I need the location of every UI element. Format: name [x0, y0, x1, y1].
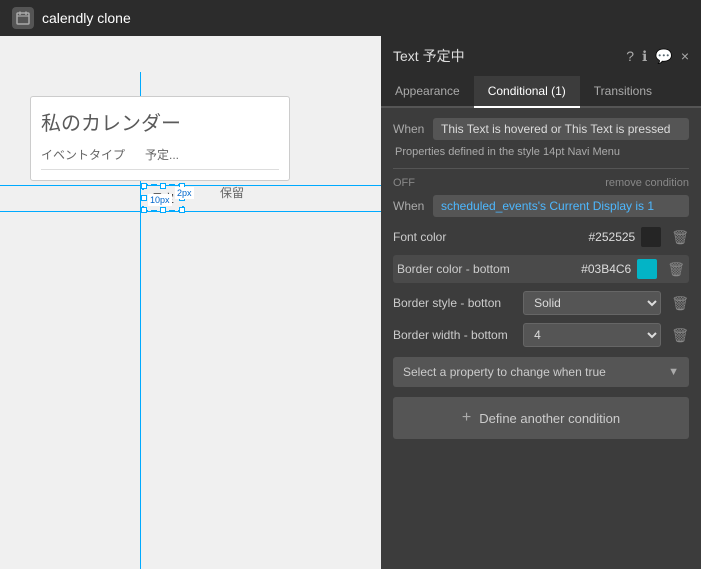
app-icon: [12, 7, 34, 29]
properties-note: Properties defined in the style 14pt Nav…: [393, 146, 689, 158]
calendar-tab-events[interactable]: イベントタイプ: [41, 146, 125, 163]
font-color-value: #252525: [565, 230, 635, 244]
border-width-select[interactable]: 4 1 2 3 5: [523, 323, 661, 347]
condition-row: When scheduled_events's Current Display …: [393, 195, 689, 217]
calendar-tab-scheduled[interactable]: 予定...: [145, 146, 179, 163]
remove-condition-link[interactable]: remove condition: [605, 177, 689, 189]
border-width-label: Border width - bottom: [393, 328, 517, 342]
font-color-delete-icon[interactable]: 🗑: [671, 229, 689, 246]
panel-header: Text 予定中 ? ℹ 💬 ×: [381, 36, 701, 76]
plus-icon: +: [462, 409, 471, 427]
properties-panel: Text 予定中 ? ℹ 💬 × Appearance Conditional …: [381, 36, 701, 569]
border-color-value: #03B4C6: [561, 262, 631, 276]
when-row: When This Text is hovered or This Text i…: [393, 118, 689, 140]
condition-when-label: When: [393, 199, 433, 213]
handle-tm[interactable]: [160, 183, 166, 189]
select-property-text: Select a property to change when true: [403, 365, 668, 379]
font-color-label: Font color: [393, 230, 559, 244]
panel-tabs: Appearance Conditional (1) Transitions: [381, 76, 701, 108]
border-color-row: Border color - bottom #03B4C6 🗑: [393, 255, 689, 283]
dim-height-label: 10px: [148, 194, 172, 206]
border-style-label: Border style - botton: [393, 296, 517, 310]
border-width-delete-icon[interactable]: 🗑: [671, 327, 689, 344]
close-icon[interactable]: ×: [681, 48, 689, 64]
app-name: calendly clone: [42, 10, 131, 26]
tab-appearance[interactable]: Appearance: [381, 76, 474, 108]
define-condition-button[interactable]: + Define another condition: [393, 397, 689, 439]
divider-1: [393, 168, 689, 169]
calendar-tabs: イベントタイプ 予定...: [41, 146, 279, 170]
border-color-delete-icon[interactable]: 🗑: [667, 261, 685, 278]
border-color-swatch[interactable]: [637, 259, 657, 279]
calendar-title: 私のカレンダー: [41, 107, 279, 136]
font-color-row: Font color #252525 🗑: [393, 227, 689, 247]
tab-conditional[interactable]: Conditional (1): [474, 76, 580, 108]
off-row: OFF remove condition: [393, 177, 689, 189]
define-condition-label: Define another condition: [479, 411, 620, 426]
panel-header-icons: ? ℹ 💬 ×: [626, 48, 689, 65]
panel-title: Text 予定中: [393, 46, 465, 66]
comment-icon[interactable]: 💬: [655, 48, 672, 65]
topbar: calendly clone: [0, 0, 701, 36]
border-width-row: Border width - bottom 4 1 2 3 5 🗑: [393, 323, 689, 347]
dropdown-arrow-icon: ▼: [668, 366, 679, 378]
info-icon[interactable]: ℹ: [642, 48, 647, 65]
dim-width-label: 2px: [175, 187, 194, 199]
tab-transitions[interactable]: Transitions: [580, 76, 666, 108]
calendar-background: 私のカレンダー イベントタイプ 予定...: [30, 96, 290, 181]
border-style-delete-icon[interactable]: 🗑: [671, 295, 689, 312]
border-color-label: Border color - bottom: [397, 262, 555, 276]
handle-bl[interactable]: [141, 207, 147, 213]
condition-value[interactable]: scheduled_events's Current Display is 1: [433, 195, 689, 217]
select-property-dropdown[interactable]: Select a property to change when true ▼: [393, 357, 689, 387]
help-icon[interactable]: ?: [626, 48, 634, 64]
reserved-label: 保留: [220, 184, 244, 201]
handle-bm[interactable]: [160, 207, 166, 213]
when-value[interactable]: This Text is hovered or This Text is pre…: [433, 118, 689, 140]
handle-ml[interactable]: [141, 195, 147, 201]
when-label: When: [393, 122, 433, 136]
panel-content: When This Text is hovered or This Text i…: [381, 108, 701, 569]
handle-br[interactable]: [179, 207, 185, 213]
border-style-select[interactable]: Solid Dashed Dotted None: [523, 291, 661, 315]
border-style-row: Border style - botton Solid Dashed Dotte…: [393, 291, 689, 315]
off-label: OFF: [393, 177, 415, 189]
font-color-swatch[interactable]: [641, 227, 661, 247]
handle-tl[interactable]: [141, 183, 147, 189]
